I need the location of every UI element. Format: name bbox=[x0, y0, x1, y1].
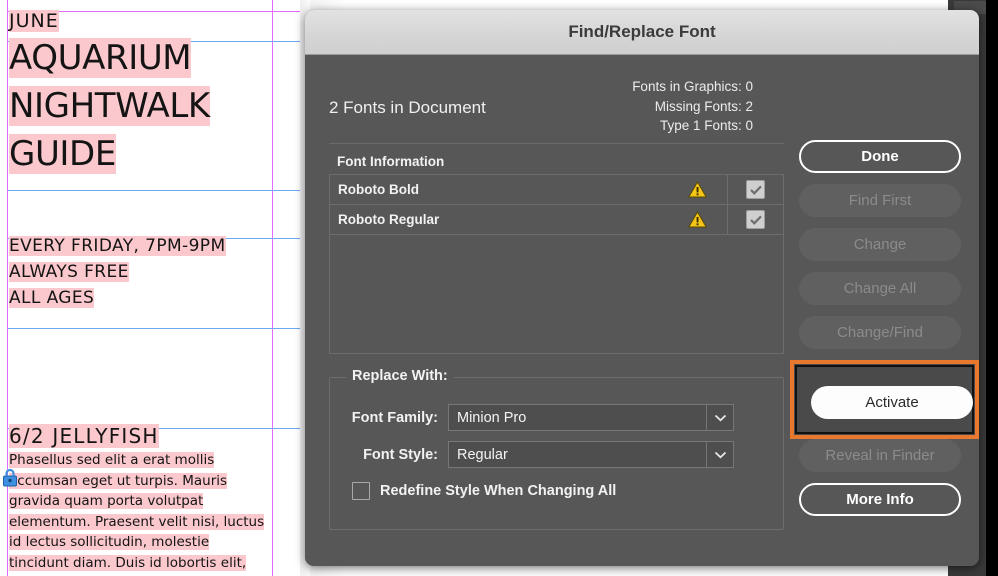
activate-button-slot: Activate bbox=[790, 360, 979, 439]
font-style-label: Font Style: bbox=[363, 446, 438, 463]
poster-title-line-2[interactable]: NIGHTWALK bbox=[9, 84, 210, 129]
font-row-checkbox[interactable] bbox=[746, 180, 765, 199]
dialog-button-column: Done Find First Change Change All Change… bbox=[790, 140, 979, 527]
font-family-select[interactable]: Minion Pro bbox=[448, 404, 734, 431]
font-style-value[interactable]: Regular bbox=[448, 441, 706, 468]
font-family-value[interactable]: Minion Pro bbox=[448, 404, 706, 431]
type1-fonts-label: Type 1 Fonts: 0 bbox=[659, 118, 753, 133]
font-summary: 2 Fonts in Document Fonts in Graphics: 0… bbox=[329, 77, 955, 147]
warning-triangle-icon bbox=[667, 211, 727, 228]
chevron-down-icon[interactable] bbox=[706, 441, 734, 468]
baseline-guide-4 bbox=[8, 328, 300, 329]
change-find-button[interactable]: Change/Find bbox=[799, 316, 961, 349]
baseline-guide-2 bbox=[8, 190, 300, 191]
font-name: Roboto Bold bbox=[338, 182, 419, 197]
font-summary-stats: Fonts in Graphics: 0 Missing Fonts: 2 Ty… bbox=[632, 77, 753, 136]
poster-entry-heading-text: 6/2 JELLYFISH bbox=[9, 424, 159, 448]
font-list[interactable]: Roboto Bold Roboto Regular bbox=[329, 174, 784, 354]
poster-detail-line-3-text: ALL AGES bbox=[9, 288, 95, 308]
activate-highlight-box: Activate bbox=[790, 360, 979, 439]
table-row[interactable]: Roboto Bold bbox=[330, 175, 783, 205]
redefine-style-row[interactable]: Redefine Style When Changing All bbox=[352, 482, 616, 500]
replace-with-legend: Replace With: bbox=[346, 368, 454, 384]
fonts-in-graphics-label: Fonts in Graphics: 0 bbox=[632, 79, 753, 94]
poster-entry-body-text: Phasellus sed elit a erat mollis accumsa… bbox=[9, 452, 265, 571]
document-page[interactable]: JUNE AQUARIUM NIGHTWALK GUIDE EVERY FRID… bbox=[0, 0, 300, 576]
font-family-row: Font Family: Minion Pro bbox=[330, 404, 783, 431]
chevron-down-icon[interactable] bbox=[706, 404, 734, 431]
poster-kicker[interactable]: JUNE bbox=[9, 10, 59, 32]
font-style-select[interactable]: Regular bbox=[448, 441, 734, 468]
activate-button[interactable]: Activate bbox=[811, 386, 973, 419]
more-info-button[interactable]: More Info bbox=[799, 483, 961, 516]
poster-title-line-3-text: GUIDE bbox=[9, 134, 116, 174]
find-first-button[interactable]: Find First bbox=[799, 184, 961, 217]
warning-triangle-icon bbox=[667, 181, 727, 198]
poster-title-line-3[interactable]: GUIDE bbox=[9, 132, 116, 177]
font-row-checkbox-cell[interactable] bbox=[727, 205, 783, 234]
font-style-row: Font Style: Regular bbox=[330, 441, 783, 468]
poster-detail-line-1[interactable]: EVERY FRIDAY, 7PM-9PM bbox=[9, 236, 226, 256]
find-replace-font-dialog: Find/Replace Font 2 Fonts in Document Fo… bbox=[305, 10, 979, 566]
poster-kicker-text: JUNE bbox=[9, 10, 59, 32]
font-family-label: Font Family: bbox=[351, 409, 438, 426]
poster-title-line-1[interactable]: AQUARIUM bbox=[9, 36, 192, 81]
reveal-in-finder-button[interactable]: Reveal in Finder bbox=[799, 439, 961, 472]
margin-guide-right bbox=[272, 0, 273, 576]
poster-detail-line-2[interactable]: ALWAYS FREE bbox=[9, 262, 129, 282]
poster-detail-line-1-text: EVERY FRIDAY, 7PM-9PM bbox=[9, 236, 226, 256]
poster-detail-line-2-text: ALWAYS FREE bbox=[9, 262, 129, 282]
dialog-body: 2 Fonts in Document Fonts in Graphics: 0… bbox=[305, 55, 979, 566]
poster-detail-line-3[interactable]: ALL AGES bbox=[9, 288, 95, 308]
change-button[interactable]: Change bbox=[799, 228, 961, 261]
poster-entry-heading[interactable]: 6/2 JELLYFISH bbox=[9, 424, 159, 448]
font-row-checkbox[interactable] bbox=[746, 210, 765, 229]
redefine-style-checkbox[interactable] bbox=[352, 482, 370, 500]
replace-with-group: Replace With: Font Family: Minion Pro Fo… bbox=[329, 368, 784, 530]
application-root: JUNE AQUARIUM NIGHTWALK GUIDE EVERY FRID… bbox=[0, 0, 998, 576]
poster-title-line-1-text: AQUARIUM bbox=[9, 38, 192, 78]
redefine-style-label: Redefine Style When Changing All bbox=[380, 483, 617, 499]
font-row-checkbox-cell[interactable] bbox=[727, 175, 783, 204]
margin-guide-left bbox=[7, 0, 8, 576]
lock-icon[interactable] bbox=[1, 468, 19, 488]
fonts-in-document-label: 2 Fonts in Document bbox=[329, 98, 486, 117]
dialog-title: Find/Replace Font bbox=[568, 22, 716, 41]
missing-fonts-label: Missing Fonts: 2 bbox=[654, 98, 753, 114]
change-all-button[interactable]: Change All bbox=[799, 272, 961, 305]
font-list-header: Font Information bbox=[337, 153, 445, 169]
dialog-titlebar[interactable]: Find/Replace Font bbox=[305, 10, 979, 55]
done-button[interactable]: Done bbox=[799, 140, 961, 173]
poster-entry-body[interactable]: Phasellus sed elit a erat mollis accumsa… bbox=[9, 450, 271, 573]
font-name: Roboto Regular bbox=[338, 212, 440, 227]
summary-divider bbox=[329, 143, 784, 144]
poster-title-line-2-text: NIGHTWALK bbox=[9, 86, 210, 126]
table-row[interactable]: Roboto Regular bbox=[330, 205, 783, 235]
